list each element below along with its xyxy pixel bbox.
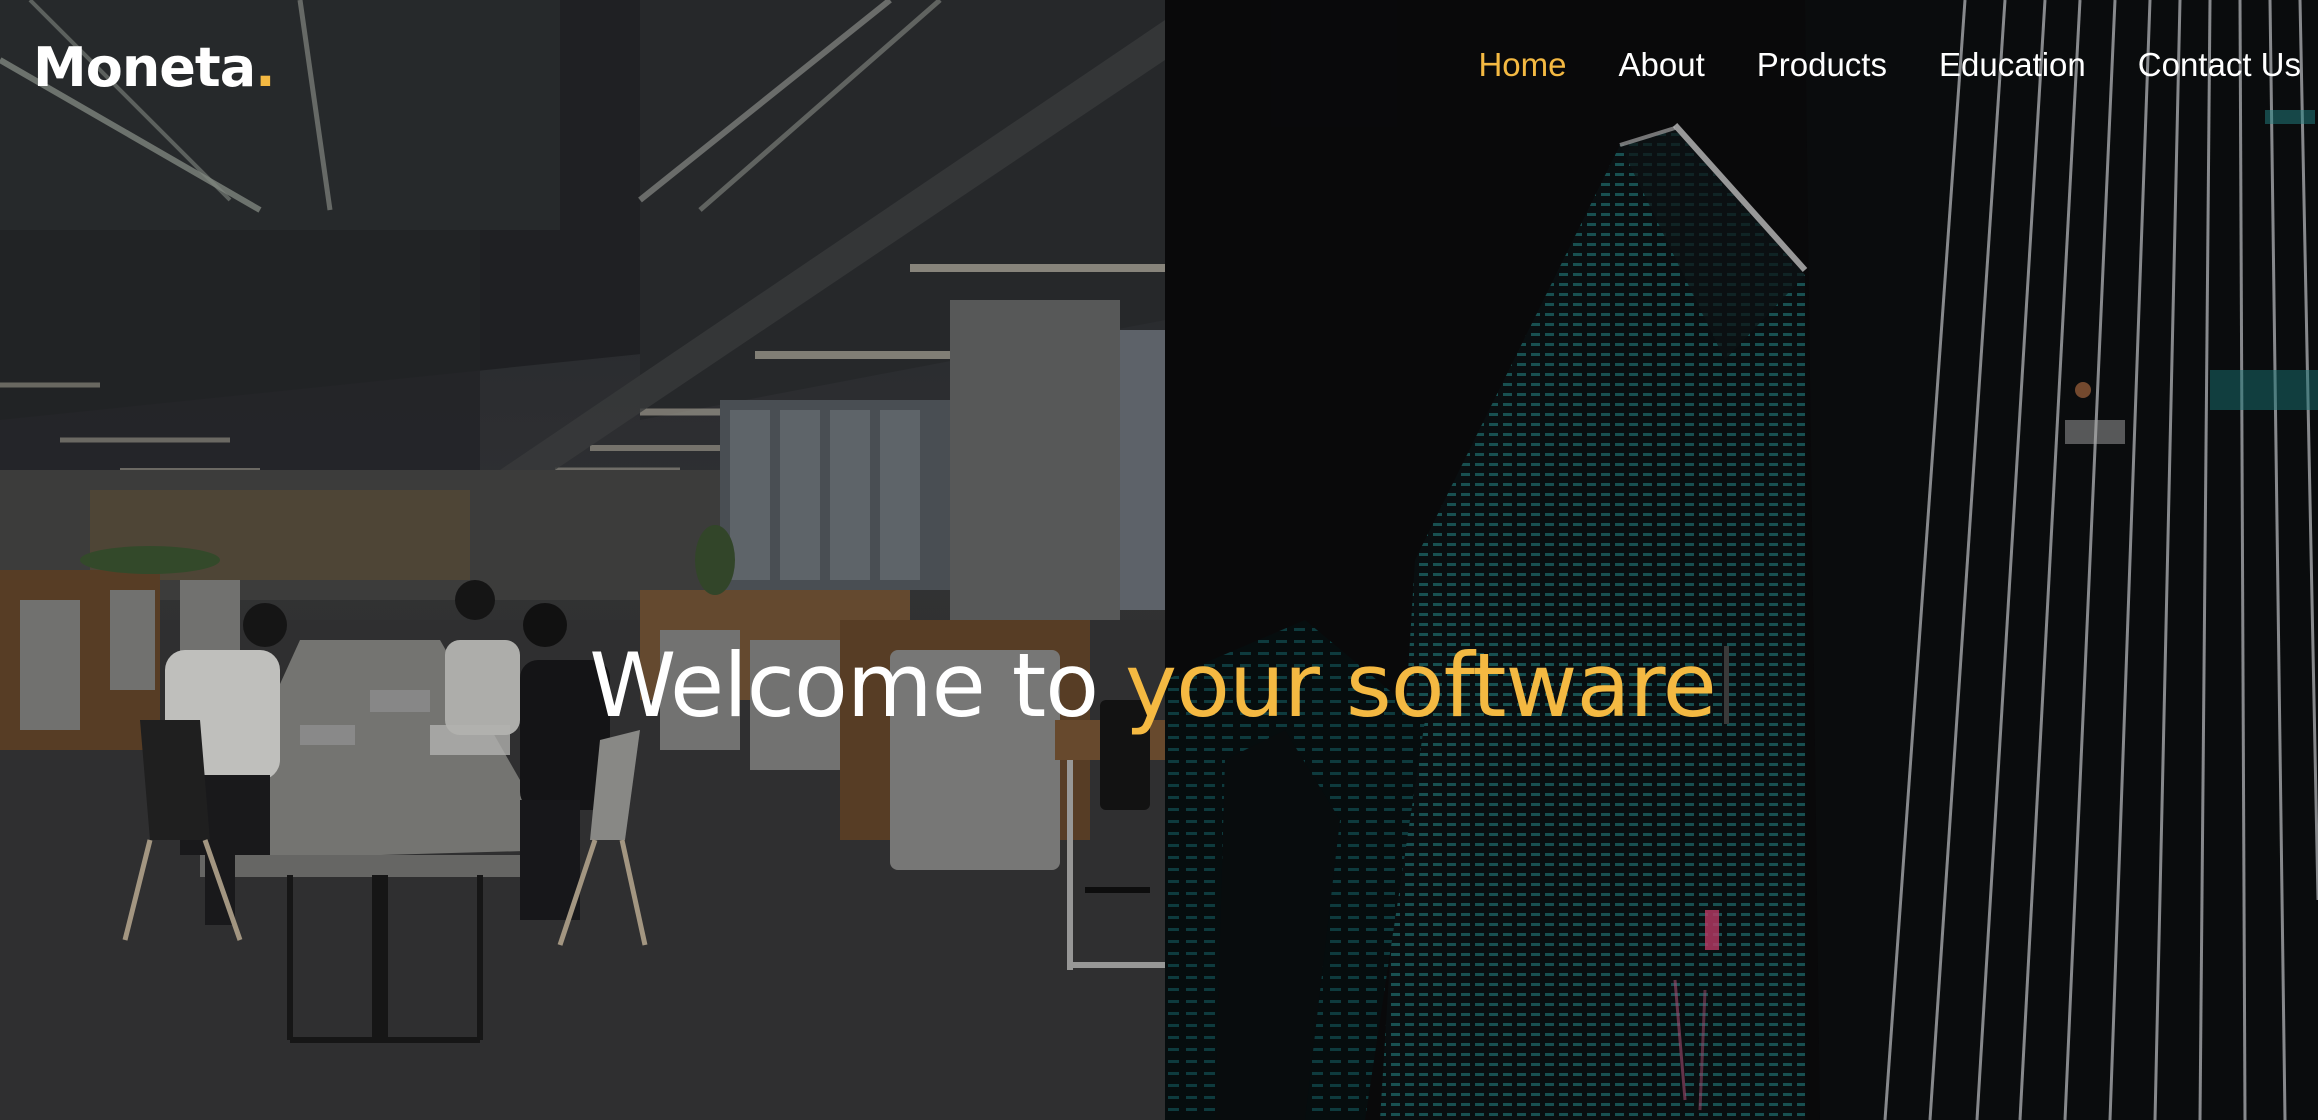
nav-item-contact: Contact Us [2138,46,2301,84]
hero-headline-plain: Welcome to [589,633,1126,737]
skyscraper-illustration [1165,0,2318,1120]
nav-item-education: Education [1939,46,2086,84]
nav-item-products: Products [1757,46,1887,84]
hero-headline-accent: your software [1125,633,1717,737]
nav-link-about[interactable]: About [1619,46,1705,83]
brand-dot: . [255,36,275,99]
nav-link-education[interactable]: Education [1939,46,2086,83]
nav-link-products[interactable]: Products [1757,46,1887,83]
brand-logo[interactable]: Moneta. [33,36,276,99]
nav-item-about: About [1619,46,1705,84]
hero-section: Moneta. Home About Products Education Co… [0,0,2318,1120]
hero-office-image [0,0,1165,1120]
top-navbar: Moneta. Home About Products Education Co… [0,0,2318,140]
hero-headline: Welcome to your software [0,634,2318,737]
typing-cursor [1723,645,1729,724]
office-illustration [0,0,1165,1120]
nav-menu: Home About Products Education Contact Us [1478,46,2301,84]
nav-item-home: Home [1478,46,1566,84]
brand-name: Moneta [33,36,256,99]
hero-skyline-image [1165,0,2318,1120]
nav-link-contact-us[interactable]: Contact Us [2138,46,2301,83]
nav-link-home[interactable]: Home [1478,46,1566,83]
